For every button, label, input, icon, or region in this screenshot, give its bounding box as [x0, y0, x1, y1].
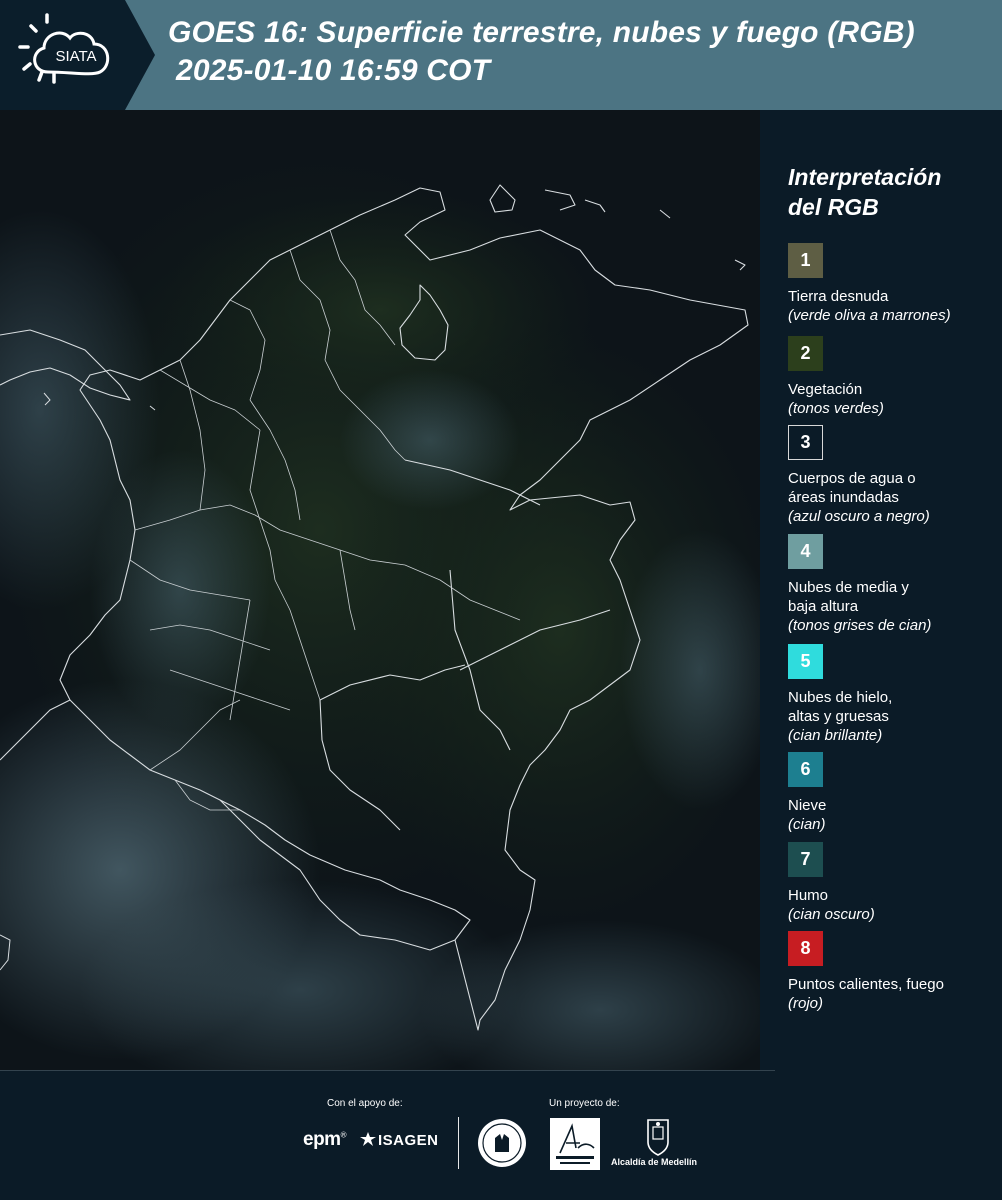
legend-sub: (cian) — [788, 816, 826, 833]
alcaldia-text: Alcaldía de Medellín — [611, 1157, 698, 1167]
epm-logo: epm® — [303, 1129, 347, 1151]
legend-swatch: 3 — [788, 425, 823, 460]
legend-swatch: 2 — [788, 336, 823, 371]
legend-sub: (cian oscuro) — [788, 906, 875, 923]
university-seal-icon — [478, 1119, 526, 1167]
legend-sub: (rojo) — [788, 995, 824, 1012]
project-label: Un proyecto de: — [549, 1098, 620, 1109]
header-bar: SIATA GOES 16: Superficie terrestre, nub… — [0, 0, 1002, 110]
epm-registered-mark: ® — [340, 1130, 347, 1140]
legend-sub: (verde oliva a marrones) — [788, 307, 951, 324]
legend-panel: Interpretación del RGB 1 Tierra desnuda … — [760, 110, 1002, 1070]
legend-swatch: 8 — [788, 931, 823, 966]
legend-label: Nubes de hielo, altas y gruesas — [788, 689, 893, 725]
area-metropolitana-logo-icon — [550, 1118, 600, 1170]
legend-label: Nubes de media y baja altura — [788, 579, 909, 615]
isagen-mark-icon — [360, 1132, 376, 1146]
alcaldia-shield-icon — [647, 1119, 669, 1156]
header-arrow-shape — [125, 0, 155, 110]
legend-item-fire: 8 Puntos calientes, fuego (rojo) — [788, 931, 998, 1013]
satellite-map[interactable] — [0, 110, 760, 1070]
isagen-logo: ISAGEN — [360, 1132, 439, 1149]
page-title: GOES 16: Superficie terrestre, nubes y f… — [168, 14, 998, 90]
legend-item-water: 3 Cuerpos de agua o áreas inundadas (azu… — [788, 425, 998, 526]
footer: Con el apoyo de: Un proyecto de: epm® IS… — [0, 1070, 1002, 1200]
support-label: Con el apoyo de: — [327, 1098, 403, 1109]
legend-item-snow: 6 Nieve (cian) — [788, 752, 998, 834]
legend-item-ice-clouds: 5 Nubes de hielo, altas y gruesas (cian … — [788, 644, 998, 745]
title-line-2: 2025-01-10 16:59 COT — [176, 54, 491, 87]
legend-sub: (tonos grises de cian) — [788, 617, 932, 634]
legend-swatch: 7 — [788, 842, 823, 877]
legend-item-vegetation: 2 Vegetación (tonos verdes) — [788, 336, 998, 418]
legend-sub: (azul oscuro a negro) — [788, 508, 930, 525]
legend-swatch: 1 — [788, 243, 823, 278]
legend-sub: (tonos verdes) — [788, 400, 884, 417]
footer-divider-line — [0, 1070, 775, 1071]
legend-swatch: 5 — [788, 644, 823, 679]
legend-label: Tierra desnuda — [788, 288, 889, 305]
legend-label: Cuerpos de agua o áreas inundadas — [788, 470, 916, 506]
logo-divider — [458, 1117, 459, 1169]
legend-label: Puntos calientes, fuego — [788, 976, 944, 993]
legend-label: Nieve — [788, 797, 827, 814]
epm-text: epm — [303, 1129, 341, 1150]
legend-swatch: 6 — [788, 752, 823, 787]
legend-item-mid-low-clouds: 4 Nubes de media y baja altura (tonos gr… — [788, 534, 998, 635]
legend-label: Humo — [788, 887, 829, 904]
legend-item-smoke: 7 Humo (cian oscuro) — [788, 842, 998, 924]
legend-item-bare-land: 1 Tierra desnuda (verde oliva a marrones… — [788, 243, 998, 325]
legend-label: Vegetación — [788, 381, 863, 398]
isagen-text: ISAGEN — [378, 1132, 439, 1149]
legend-swatch: 4 — [788, 534, 823, 569]
legend-sub: (cian brillante) — [788, 727, 883, 744]
legend-title: Interpretación del RGB — [788, 164, 942, 220]
title-line-1: GOES 16: Superficie terrestre, nubes y f… — [168, 16, 915, 49]
